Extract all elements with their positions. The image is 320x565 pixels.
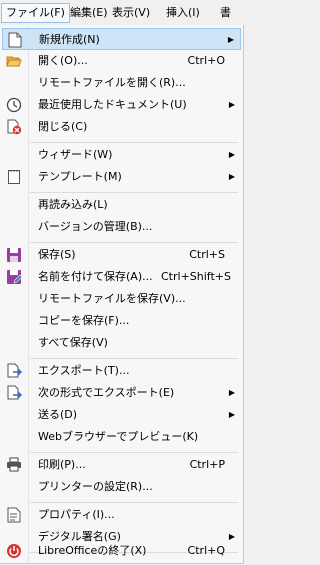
menu-item-label: 閉じる(C) [38,120,88,133]
menu-item-label: 保存(S) [38,248,76,261]
menu-item-send[interactable]: 送る(D) ▶ [2,404,241,426]
shortcut-text: Ctrl+P [189,458,225,471]
menu-item-label: 新規作成(N) [39,33,100,46]
file-menu-dropdown: 新規作成(N) ▶ 開く(O)... Ctrl+O リモートファイルを開く(R)… [0,25,244,564]
menu-item-template[interactable]: テンプレート(M) ▶ [2,166,241,188]
submenu-arrow-icon: ▶ [228,172,235,181]
save-as-icon [6,269,22,285]
shortcut-text: Ctrl+S [189,248,225,261]
menu-item-label: 再読み込み(L) [38,198,108,211]
menu-item-open[interactable]: 開く(O)... Ctrl+O [2,50,241,72]
menu-item-label: 印刷(P)... [38,458,86,471]
menu-item-save-as[interactable]: 名前を付けて保存(A)... Ctrl+Shift+S [2,266,241,288]
menu-item-print[interactable]: 印刷(P)... Ctrl+P [2,454,241,476]
menu-item-label: 次の形式でエクスポート(E) [38,386,175,399]
menu-item-new[interactable]: 新規作成(N) ▶ [2,28,241,50]
shortcut-text: Ctrl+O [187,54,225,67]
menu-item-wizard[interactable]: ウィザード(W) ▶ [2,144,241,166]
menu-view[interactable]: 表示(V) [108,4,154,21]
menu-separator [30,452,238,453]
submenu-arrow-icon: ▶ [228,100,235,109]
menu-item-label: テンプレート(M) [38,170,122,183]
shortcut-text: Ctrl+Shift+S [161,270,231,283]
clock-icon [6,97,22,113]
menu-item-save-all[interactable]: すべて保存(V) [2,332,241,354]
menu-item-label: 送る(D) [38,408,78,421]
menu-item-close[interactable]: 閉じる(C) [2,116,241,138]
submenu-arrow-icon: ▶ [228,150,235,159]
menu-bar: ファイル(F) 編集(E) 表示(V) 挿入(I) 書 [0,0,244,26]
menu-item-label: リモートファイルを保存(V)... [38,292,186,305]
menu-item-preview-web-browser[interactable]: Webブラウザーでプレビュー(K) [2,426,241,448]
menu-item-label: 名前を付けて保存(A)... [38,270,153,283]
save-icon [6,247,22,263]
menu-item-recent-documents[interactable]: 最近使用したドキュメント(U) ▶ [2,94,241,116]
menu-item-open-remote[interactable]: リモートファイルを開く(R)... [2,72,241,94]
menu-separator [30,142,238,143]
properties-icon [6,507,22,523]
menu-item-versions[interactable]: バージョンの管理(B)... [2,216,241,238]
menu-item-export[interactable]: エクスポート(T)... [2,360,241,382]
menu-item-label: LibreOfficeの終了(X) [38,544,147,557]
template-icon [6,169,22,185]
menu-item-label: バージョンの管理(B)... [38,220,153,233]
menu-insert[interactable]: 挿入(I) [162,4,204,21]
open-folder-icon [6,53,22,69]
submenu-arrow-icon: ▶ [227,35,234,44]
menu-item-printer-settings[interactable]: プリンターの設定(R)... [2,476,241,498]
menu-item-label: エクスポート(T)... [38,364,130,377]
menu-format[interactable]: 書 [216,4,235,21]
printer-icon [6,457,22,473]
submenu-arrow-icon: ▶ [228,388,235,397]
menu-separator [30,358,238,359]
menu-item-label: 開く(O)... [38,54,88,67]
menu-edit[interactable]: 編集(E) [66,4,112,21]
menu-item-label: 最近使用したドキュメント(U) [38,98,187,111]
menu-item-label: プリンターの設定(R)... [38,480,153,493]
menu-separator [30,502,238,503]
export-icon [6,363,22,379]
menu-item-save-remote[interactable]: リモートファイルを保存(V)... [2,288,241,310]
submenu-arrow-icon: ▶ [228,410,235,419]
menu-separator [30,242,238,243]
menu-file[interactable]: ファイル(F) [1,3,70,23]
new-document-icon [7,32,23,48]
power-icon [6,543,22,559]
shortcut-text: Ctrl+Q [187,544,225,557]
menu-separator [30,192,238,193]
menu-item-reload[interactable]: 再読み込み(L) [2,194,241,216]
menu-item-label: プロパティ(I)... [38,508,115,521]
export-as-icon [6,385,22,401]
menu-item-label: リモートファイルを開く(R)... [38,76,186,89]
menu-item-label: Webブラウザーでプレビュー(K) [38,430,199,443]
menu-item-label: コピーを保存(F)... [38,314,130,327]
close-document-icon [6,119,22,135]
menu-item-label: すべて保存(V) [38,336,108,349]
menu-item-save[interactable]: 保存(S) Ctrl+S [2,244,241,266]
menu-item-exit[interactable]: LibreOfficeの終了(X) Ctrl+Q [2,540,241,562]
menu-item-label: ウィザード(W) [38,148,113,161]
menu-item-export-as[interactable]: 次の形式でエクスポート(E) ▶ [2,382,241,404]
menu-item-properties[interactable]: プロパティ(I)... [2,504,241,526]
menu-item-save-copy[interactable]: コピーを保存(F)... [2,310,241,332]
